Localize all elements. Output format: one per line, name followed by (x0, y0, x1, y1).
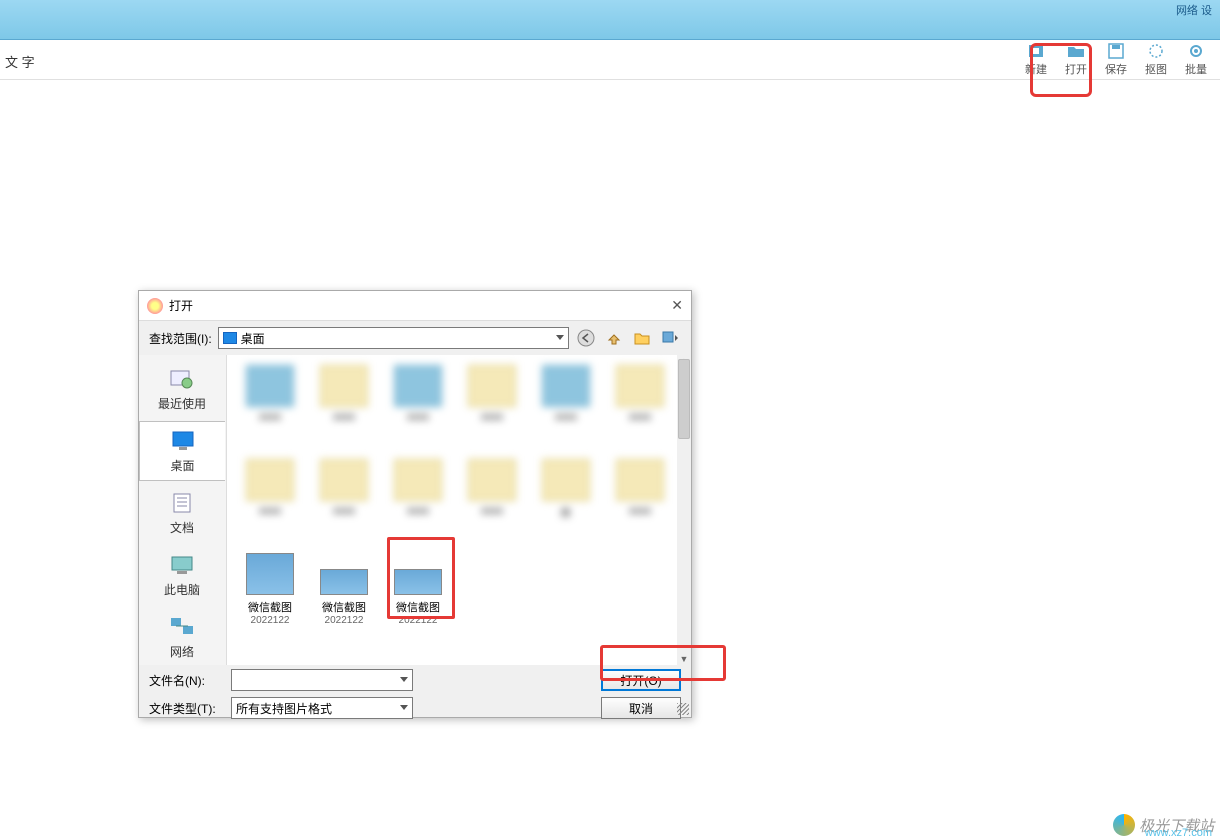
save-icon (1107, 43, 1125, 59)
scrollbar[interactable]: ▲ ▼ (677, 355, 691, 665)
save-label: 保存 (1105, 61, 1127, 77)
places-bar: 最近使用 桌面 文档 此电脑 (139, 355, 227, 665)
place-thispc-label: 此电脑 (164, 581, 200, 598)
file-item[interactable]: xxxx (311, 365, 377, 451)
network-icon (168, 615, 196, 639)
chevron-down-icon (400, 705, 408, 710)
computer-icon (168, 553, 196, 577)
open-icon (1067, 43, 1085, 59)
file-item[interactable]: 微信截图2022122 (385, 553, 451, 639)
place-desktop[interactable]: 桌面 (139, 421, 225, 481)
file-item[interactable]: xxxx (607, 365, 673, 451)
up-button[interactable] (603, 327, 625, 349)
file-item[interactable]: xxxx (237, 365, 303, 451)
open-dialog: 打开 ✕ 查找范围(I): 桌面 最近使用 (138, 290, 692, 718)
lookin-select[interactable]: 桌面 (218, 327, 569, 349)
new-button[interactable]: 新建 (1016, 41, 1056, 79)
watermark-url: www.xz7.com (1145, 827, 1212, 839)
batch-label: 批量 (1185, 61, 1207, 77)
gear-icon (1187, 43, 1205, 59)
cancel-button[interactable]: 取消 (601, 697, 681, 719)
filetype-label: 文件类型(T): (149, 700, 223, 717)
new-icon (1027, 43, 1045, 59)
file-item[interactable]: 件 (533, 459, 599, 545)
title-bar: 网络 设 (0, 0, 1220, 40)
toolbar: 新建 打开 保存 抠图 批量 (0, 40, 1220, 80)
filename-input[interactable] (231, 669, 413, 691)
desktop-icon (169, 429, 197, 453)
scroll-down-icon[interactable]: ▼ (678, 653, 690, 665)
cutout-label: 抠图 (1145, 61, 1167, 77)
dialog-body: 最近使用 桌面 文档 此电脑 (139, 355, 691, 665)
file-item-selected[interactable]: 微信截图2022122 (237, 553, 303, 639)
place-documents-label: 文档 (170, 519, 194, 536)
chevron-down-icon (400, 677, 408, 682)
lookin-row: 查找范围(I): 桌面 (139, 321, 691, 355)
file-name: 微信截图 (311, 599, 377, 615)
place-thispc[interactable]: 此电脑 (139, 545, 225, 605)
file-date: 2022122 (325, 615, 364, 626)
new-folder-button[interactable] (631, 327, 653, 349)
file-item[interactable]: xxxx (385, 459, 451, 545)
recent-icon (168, 367, 196, 391)
file-item[interactable]: xxxx (533, 365, 599, 451)
file-date: 2022122 (399, 615, 438, 626)
open-file-button[interactable]: 打开(O) (601, 669, 681, 691)
documents-icon (168, 491, 196, 515)
close-button[interactable]: ✕ (671, 297, 683, 314)
place-documents[interactable]: 文档 (139, 483, 225, 543)
file-list[interactable]: xxxx xxxx xxxx xxxx xxxx xxxx xxxx xxxx … (227, 355, 691, 665)
save-button[interactable]: 保存 (1096, 41, 1136, 79)
resize-grip[interactable] (677, 703, 689, 715)
back-button[interactable] (575, 327, 597, 349)
view-menu-button[interactable] (659, 327, 681, 349)
scissors-icon (1147, 43, 1165, 59)
file-name: 微信截图 (385, 599, 451, 615)
file-item[interactable]: xxxx (385, 365, 451, 451)
place-network-label: 网络 (170, 643, 194, 660)
file-item[interactable]: xxxx (459, 365, 525, 451)
toolbar-left-text: 文 字 (5, 52, 35, 71)
filetype-select[interactable]: 所有支持图片格式 (231, 697, 413, 719)
lookin-value: 桌面 (241, 330, 265, 347)
file-date: 2022122 (251, 615, 290, 626)
file-item[interactable]: 微信截图2022122 (311, 553, 377, 639)
chevron-down-icon (556, 335, 564, 340)
dialog-bottom: 文件名(N): 打开(O) 文件类型(T): 所有支持图片格式 取消 (139, 665, 691, 729)
file-item[interactable]: xxxx (237, 459, 303, 545)
file-item[interactable]: xxxx (607, 459, 673, 545)
dialog-titlebar: 打开 ✕ (139, 291, 691, 321)
dialog-title: 打开 (169, 297, 193, 314)
cutout-button[interactable]: 抠图 (1136, 41, 1176, 79)
file-item[interactable]: xxxx (311, 459, 377, 545)
watermark-icon (1113, 814, 1135, 836)
filetype-value: 所有支持图片格式 (236, 700, 332, 717)
new-label: 新建 (1025, 61, 1047, 77)
place-recent-label: 最近使用 (158, 395, 206, 412)
titlebar-links[interactable]: 网络 设 (1176, 2, 1212, 18)
lookin-label: 查找范围(I): (149, 330, 212, 347)
desktop-icon (223, 332, 237, 344)
open-label: 打开 (1065, 61, 1087, 77)
scroll-thumb[interactable] (678, 359, 690, 439)
batch-button[interactable]: 批量 (1176, 41, 1216, 79)
place-recent[interactable]: 最近使用 (139, 359, 225, 419)
file-item[interactable]: xxxx (459, 459, 525, 545)
open-button[interactable]: 打开 (1056, 41, 1096, 79)
place-network[interactable]: 网络 (139, 607, 225, 667)
app-icon (147, 298, 163, 314)
filename-label: 文件名(N): (149, 672, 223, 689)
place-desktop-label: 桌面 (170, 457, 194, 474)
file-name: 微信截图 (237, 599, 303, 615)
